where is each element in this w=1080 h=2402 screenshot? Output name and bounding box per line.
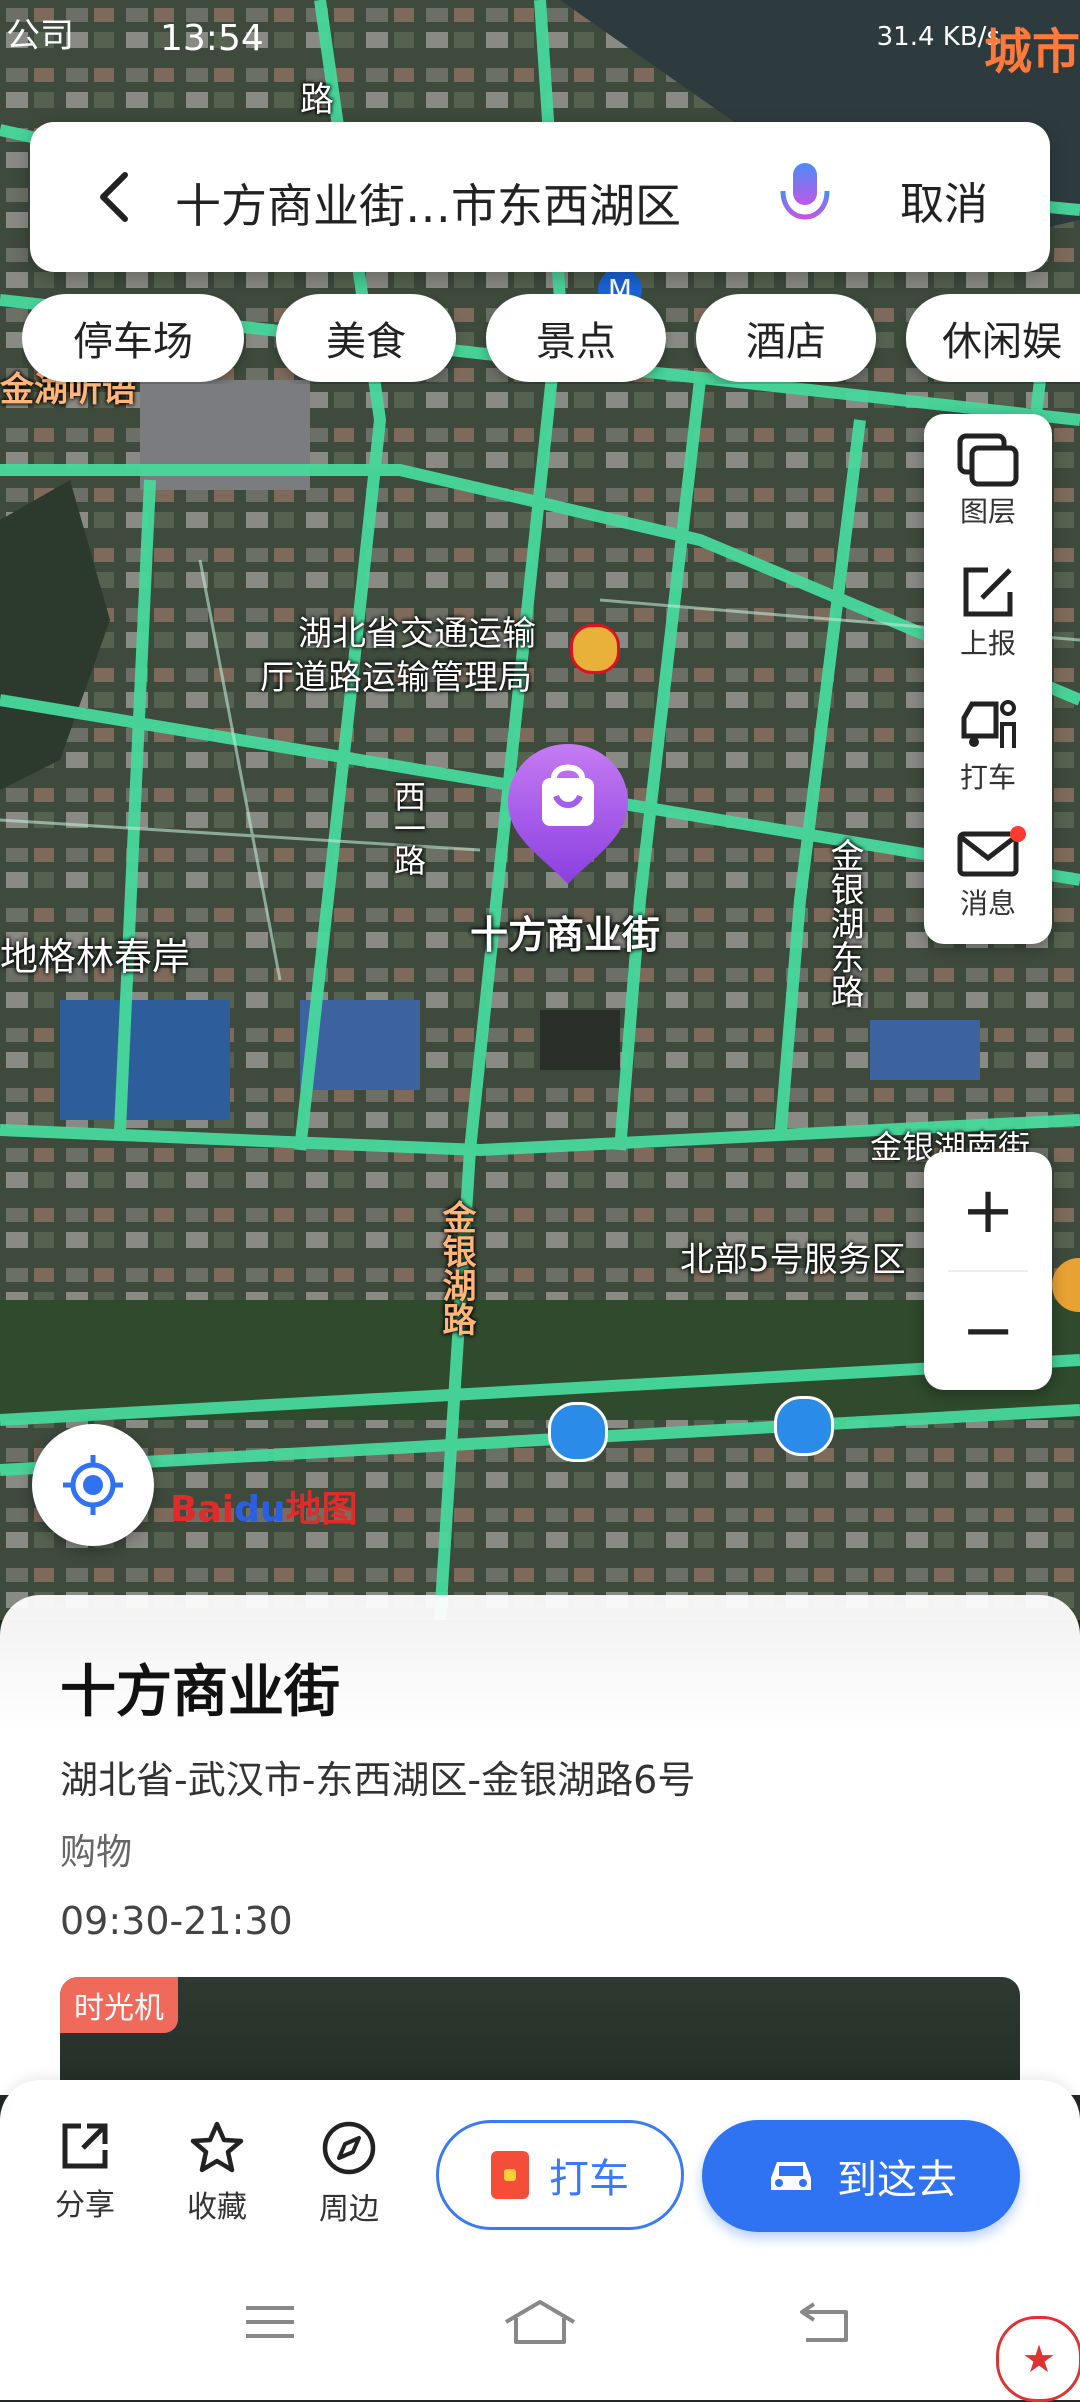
messages-button[interactable]: 消息 bbox=[924, 810, 1052, 940]
car-icon bbox=[771, 2162, 811, 2190]
nearby-button[interactable]: 周边 bbox=[294, 2120, 404, 2228]
share-button[interactable]: 分享 bbox=[30, 2120, 140, 2224]
locate-icon bbox=[63, 1455, 123, 1515]
favorite-button[interactable]: 收藏 bbox=[162, 2120, 272, 2226]
chip-hotel[interactable]: 酒店 bbox=[696, 294, 876, 382]
bureau-label-line2: 厅道路运输管理局 bbox=[260, 658, 532, 698]
road-label-jinyin-east: 金银湖东路 bbox=[824, 838, 864, 1008]
favorite-label: 收藏 bbox=[187, 2190, 247, 2225]
unread-dot bbox=[1010, 826, 1026, 842]
back-nav-button[interactable] bbox=[784, 2292, 864, 2352]
status-bar: 公司 13:54 31.4 KB/s 城市 bbox=[0, 0, 1080, 80]
logo-suffix: 地图 bbox=[285, 1489, 358, 1530]
back-button[interactable] bbox=[80, 162, 150, 232]
restroom-icon[interactable] bbox=[548, 1402, 608, 1462]
map-tool-panel: 图层 上报 打车 消息 bbox=[924, 414, 1052, 944]
report-label: 上报 bbox=[959, 627, 1016, 660]
search-bar[interactable]: 十方商业街…市东西湖区 取消 bbox=[30, 122, 1050, 272]
taxi-label: 打车 bbox=[549, 2156, 629, 2202]
home-button[interactable] bbox=[500, 2292, 580, 2352]
zoom-in-button[interactable]: + bbox=[924, 1152, 1052, 1270]
nearby-label: 周边 bbox=[319, 2192, 379, 2227]
taxi-app-icon bbox=[491, 2151, 529, 2199]
poi-address: 湖北省-武汉市-东西湖区-金银湖路6号 bbox=[60, 1758, 696, 1802]
chip-scenic[interactable]: 景点 bbox=[486, 294, 666, 382]
logo-du: du bbox=[234, 1489, 286, 1530]
report-button[interactable]: 上报 bbox=[924, 546, 1052, 676]
compass-icon bbox=[322, 2121, 376, 2175]
navigate-here-button[interactable]: 到这去 bbox=[702, 2120, 1020, 2232]
road-label-jinyin: 金银湖路 bbox=[436, 1200, 476, 1336]
shopping-pin-icon[interactable] bbox=[504, 740, 632, 890]
share-label: 分享 bbox=[55, 2188, 115, 2223]
search-query[interactable]: 十方商业街…市东西湖区 bbox=[175, 170, 681, 236]
microphone-icon bbox=[780, 163, 830, 229]
share-icon bbox=[62, 2123, 108, 2169]
poi-hours: 09:30-21:30 bbox=[60, 1899, 293, 1943]
area-label-spring-shore: 地格林春岸 bbox=[0, 935, 191, 979]
service-icon[interactable] bbox=[774, 1396, 834, 1456]
star-icon bbox=[190, 2121, 244, 2173]
taxi-tool-button[interactable]: 打车 bbox=[924, 678, 1052, 808]
watermark-stamp: ★ bbox=[996, 2316, 1080, 2402]
action-bar: 分享 收藏 周边 打车 到这去 bbox=[0, 2080, 1080, 2250]
taxi-button[interactable]: 打车 bbox=[436, 2120, 684, 2230]
recent-apps-button[interactable] bbox=[230, 2292, 310, 2352]
chip-parking[interactable]: 停车场 bbox=[22, 294, 244, 382]
layers-label: 图层 bbox=[959, 495, 1016, 528]
bureau-label-line1: 湖北省交通运输 bbox=[298, 614, 536, 654]
report-icon bbox=[963, 567, 1013, 617]
category-chips: 停车场 美食 景点 酒店 休闲娱 bbox=[22, 294, 1080, 384]
poi-detail-sheet[interactable]: 十方商业街 湖北省-武汉市-东西湖区-金银湖路6号 购物 09:30-21:30… bbox=[0, 1595, 1080, 2177]
menu-icon bbox=[246, 2306, 294, 2338]
layers-button[interactable]: 图层 bbox=[924, 414, 1052, 544]
messages-label: 消息 bbox=[959, 887, 1016, 920]
poi-map-label: 十方商业街 bbox=[470, 913, 661, 957]
home-icon bbox=[504, 2300, 576, 2344]
layers-icon bbox=[957, 433, 1019, 487]
voice-button[interactable] bbox=[770, 162, 840, 232]
poi-title: 十方商业街 bbox=[60, 1660, 340, 1725]
poi-category: 购物 bbox=[60, 1832, 133, 1873]
logo-bai: Bai bbox=[170, 1489, 235, 1530]
clock: 13:54 bbox=[160, 18, 264, 59]
cancel-button[interactable]: 取消 bbox=[900, 168, 988, 232]
net-speed: 31.4 KB/s bbox=[876, 22, 1000, 52]
back-arrow-icon bbox=[100, 172, 128, 222]
photo-badge: 时光机 bbox=[60, 1977, 178, 2033]
go-label: 到这去 bbox=[837, 2157, 957, 2203]
chip-food[interactable]: 美食 bbox=[276, 294, 456, 382]
zoom-control: + − bbox=[924, 1152, 1052, 1390]
zoom-out-button[interactable]: − bbox=[924, 1272, 1052, 1390]
corner-city-label: 城市 bbox=[983, 24, 1080, 80]
taxi-icon bbox=[961, 700, 1016, 748]
locate-button[interactable] bbox=[32, 1424, 154, 1546]
carrier-label: 公司 bbox=[6, 16, 74, 56]
bureau-emblem-icon[interactable] bbox=[570, 624, 620, 674]
baidu-map-logo: Baidu地图 bbox=[170, 1480, 358, 1532]
area-label-service: 北部5号服务区 bbox=[680, 1240, 906, 1280]
taxi-tool-label: 打车 bbox=[959, 761, 1016, 794]
system-nav-bar bbox=[0, 2250, 1080, 2400]
chip-leisure[interactable]: 休闲娱 bbox=[906, 294, 1080, 382]
return-icon bbox=[800, 2302, 848, 2342]
road-label-xiyi: 西一路 bbox=[389, 780, 427, 876]
